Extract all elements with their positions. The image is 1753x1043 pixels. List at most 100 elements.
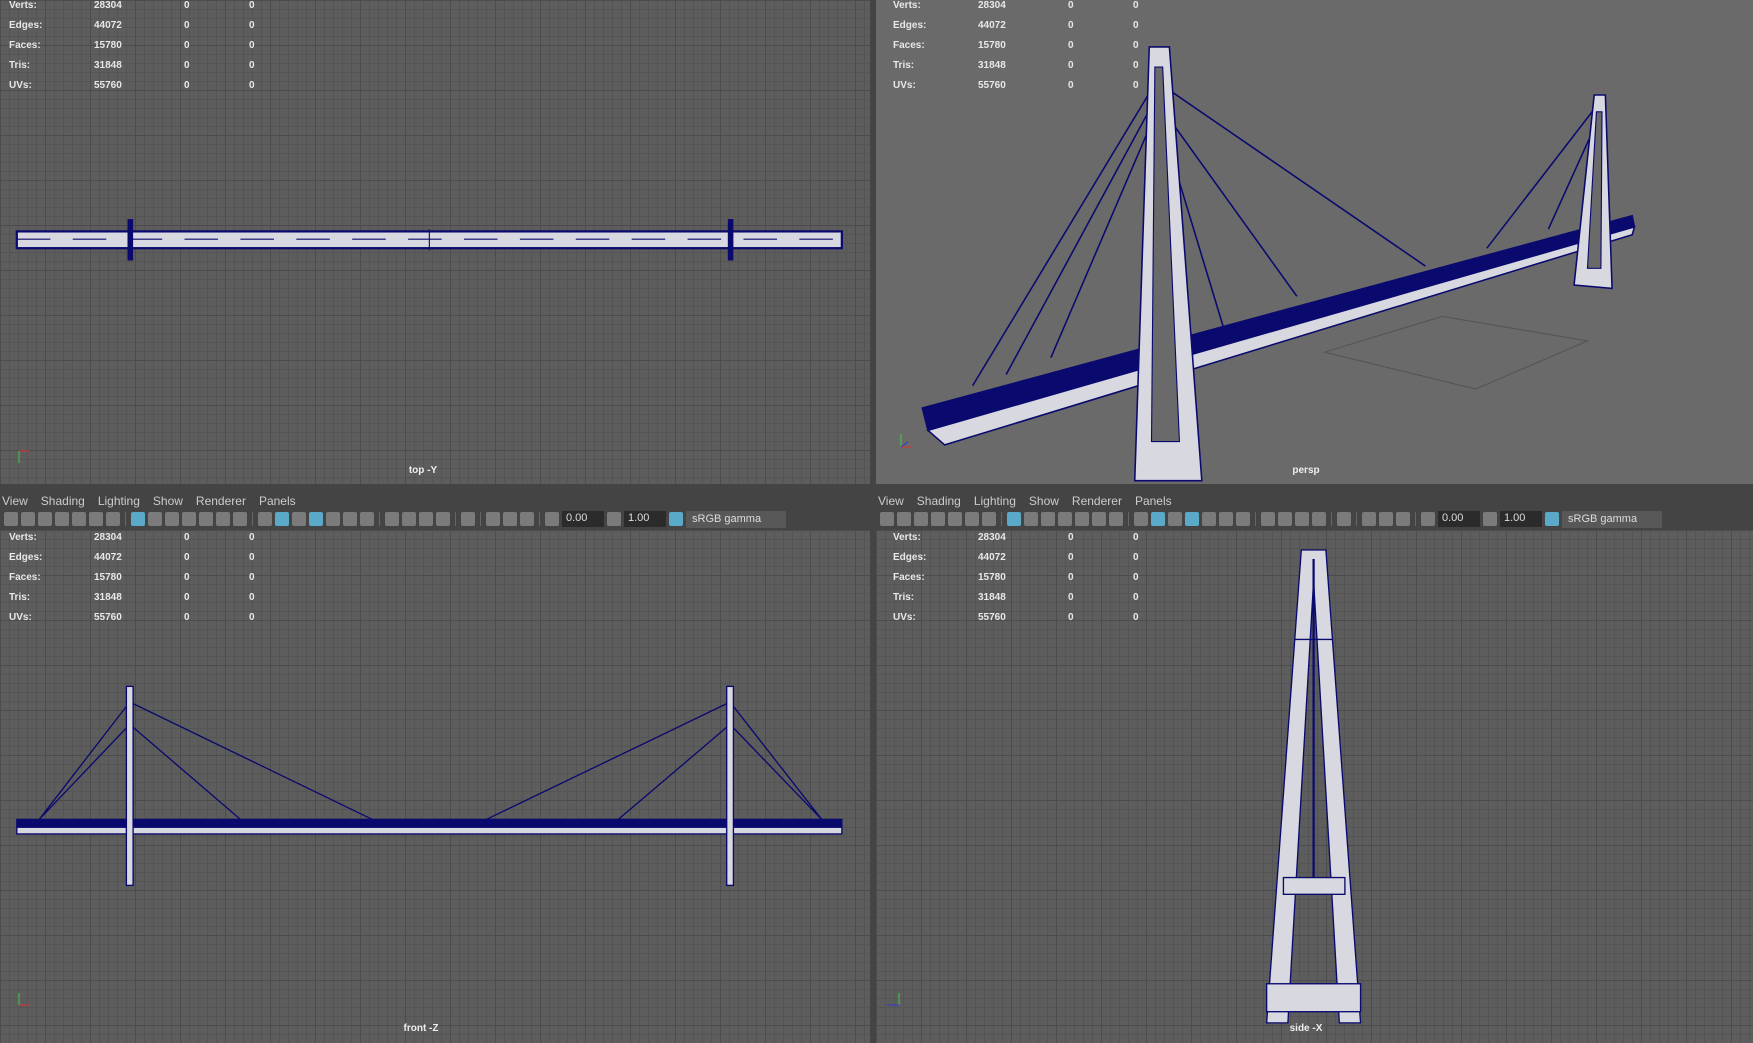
lock-camera-icon[interactable] bbox=[897, 512, 911, 526]
xray-icon[interactable] bbox=[1202, 512, 1216, 526]
xray-joints-icon[interactable] bbox=[486, 512, 500, 526]
toolbar-separator bbox=[539, 512, 540, 526]
wireframe-icon[interactable] bbox=[258, 512, 272, 526]
depth-of-field-icon[interactable] bbox=[436, 512, 450, 526]
lock-camera-icon[interactable] bbox=[21, 512, 35, 526]
ambient-occlusion-icon[interactable] bbox=[385, 512, 399, 526]
xray-active-icon[interactable] bbox=[503, 512, 517, 526]
antialias-icon[interactable] bbox=[419, 512, 433, 526]
stat-value: 0 bbox=[184, 612, 190, 623]
gamma-field[interactable]: 1.00 bbox=[1500, 511, 1542, 527]
menu-lighting[interactable]: Lighting bbox=[98, 494, 151, 508]
wireframe-icon[interactable] bbox=[1134, 512, 1148, 526]
stat-value: 55760 bbox=[978, 612, 1006, 623]
grid-snap-icon[interactable] bbox=[72, 512, 86, 526]
shadows-icon[interactable] bbox=[1236, 512, 1250, 526]
grid-icon[interactable] bbox=[1007, 512, 1021, 526]
menu-renderer[interactable]: Renderer bbox=[1072, 494, 1133, 508]
gamma-icon[interactable] bbox=[607, 512, 621, 526]
menu-panels[interactable]: Panels bbox=[259, 494, 307, 508]
antialias-icon[interactable] bbox=[1295, 512, 1309, 526]
xray-icon[interactable] bbox=[326, 512, 340, 526]
smooth-shade-icon[interactable] bbox=[1151, 512, 1165, 526]
wireframe-on-shaded-icon[interactable] bbox=[1185, 512, 1199, 526]
menu-view[interactable]: View bbox=[2, 494, 39, 508]
menu-renderer[interactable]: Renderer bbox=[196, 494, 257, 508]
shadows-icon[interactable] bbox=[360, 512, 374, 526]
film-gate-icon[interactable] bbox=[1024, 512, 1038, 526]
isolate-select-icon[interactable] bbox=[461, 512, 475, 526]
paint-icon[interactable] bbox=[106, 512, 120, 526]
stat-value: 15780 bbox=[978, 40, 1006, 51]
color-management-toggle-icon[interactable] bbox=[669, 512, 683, 526]
camera-icon[interactable] bbox=[880, 512, 894, 526]
wireframe-on-shaded-icon[interactable] bbox=[309, 512, 323, 526]
menu-shading[interactable]: Shading bbox=[41, 494, 96, 508]
pivot-icon[interactable] bbox=[89, 512, 103, 526]
bookmark-icon[interactable] bbox=[931, 512, 945, 526]
menu-show[interactable]: Show bbox=[153, 494, 194, 508]
motion-blur-icon[interactable] bbox=[402, 512, 416, 526]
isolate-select-icon[interactable] bbox=[1337, 512, 1351, 526]
resolution-gate-icon[interactable] bbox=[165, 512, 179, 526]
exposure-icon[interactable] bbox=[545, 512, 559, 526]
gamma-icon[interactable] bbox=[1483, 512, 1497, 526]
color-management-toggle-icon[interactable] bbox=[1545, 512, 1559, 526]
stat-label: Edges: bbox=[893, 20, 927, 31]
stat-value: 0 bbox=[1068, 60, 1074, 71]
stat-value: 0 bbox=[249, 612, 255, 623]
stat-value: 0 bbox=[249, 60, 255, 71]
field-chart-icon[interactable] bbox=[1075, 512, 1089, 526]
film-gate-icon[interactable] bbox=[148, 512, 162, 526]
default-material-icon[interactable] bbox=[1168, 512, 1182, 526]
exposure-icon[interactable] bbox=[1421, 512, 1435, 526]
depth-of-field-icon[interactable] bbox=[1312, 512, 1326, 526]
stat-value: 0 bbox=[1068, 0, 1074, 11]
default-material-icon[interactable] bbox=[292, 512, 306, 526]
smooth-shade-icon[interactable] bbox=[275, 512, 289, 526]
toolbar-separator bbox=[1331, 512, 1332, 526]
safe-title-icon[interactable] bbox=[233, 512, 247, 526]
stat-value: 0 bbox=[184, 552, 190, 563]
menu-show[interactable]: Show bbox=[1029, 494, 1070, 508]
menu-shading[interactable]: Shading bbox=[917, 494, 972, 508]
stat-value: 0 bbox=[184, 60, 190, 71]
backface-icon[interactable] bbox=[520, 512, 534, 526]
field-chart-icon[interactable] bbox=[199, 512, 213, 526]
backface-icon[interactable] bbox=[1396, 512, 1410, 526]
exposure-field[interactable]: 0.00 bbox=[1438, 511, 1480, 527]
viewport-label-side: side -X bbox=[1289, 1023, 1323, 1034]
lights-icon[interactable] bbox=[1219, 512, 1233, 526]
lights-icon[interactable] bbox=[343, 512, 357, 526]
grid-icon[interactable] bbox=[131, 512, 145, 526]
stat-value: 0 bbox=[1133, 40, 1139, 51]
ambient-occlusion-icon[interactable] bbox=[1261, 512, 1275, 526]
stat-label: Edges: bbox=[893, 552, 927, 563]
camera-attr-icon[interactable] bbox=[914, 512, 928, 526]
resolution-gate-icon[interactable] bbox=[1041, 512, 1055, 526]
gamma-field[interactable]: 1.00 bbox=[624, 511, 666, 527]
grid-snap-icon[interactable] bbox=[948, 512, 962, 526]
color-space-select[interactable]: sRGB gamma bbox=[1562, 510, 1662, 528]
pivot-icon[interactable] bbox=[965, 512, 979, 526]
bookmark-icon[interactable] bbox=[55, 512, 69, 526]
color-space-select[interactable]: sRGB gamma bbox=[686, 510, 786, 528]
stat-label: Faces: bbox=[893, 40, 925, 51]
motion-blur-icon[interactable] bbox=[1278, 512, 1292, 526]
stat-label: Faces: bbox=[9, 572, 41, 583]
safe-action-icon[interactable] bbox=[216, 512, 230, 526]
camera-icon[interactable] bbox=[4, 512, 18, 526]
menu-view[interactable]: View bbox=[878, 494, 915, 508]
paint-icon[interactable] bbox=[982, 512, 996, 526]
menu-panels[interactable]: Panels bbox=[1135, 494, 1183, 508]
xray-joints-icon[interactable] bbox=[1362, 512, 1376, 526]
front-panel-toolbar: 0.00 1.00 sRGB gamma bbox=[0, 509, 870, 529]
camera-attr-icon[interactable] bbox=[38, 512, 52, 526]
safe-action-icon[interactable] bbox=[1092, 512, 1106, 526]
exposure-field[interactable]: 0.00 bbox=[562, 511, 604, 527]
gate-mask-icon[interactable] bbox=[1058, 512, 1072, 526]
menu-lighting[interactable]: Lighting bbox=[974, 494, 1027, 508]
safe-title-icon[interactable] bbox=[1109, 512, 1123, 526]
gate-mask-icon[interactable] bbox=[182, 512, 196, 526]
xray-active-icon[interactable] bbox=[1379, 512, 1393, 526]
